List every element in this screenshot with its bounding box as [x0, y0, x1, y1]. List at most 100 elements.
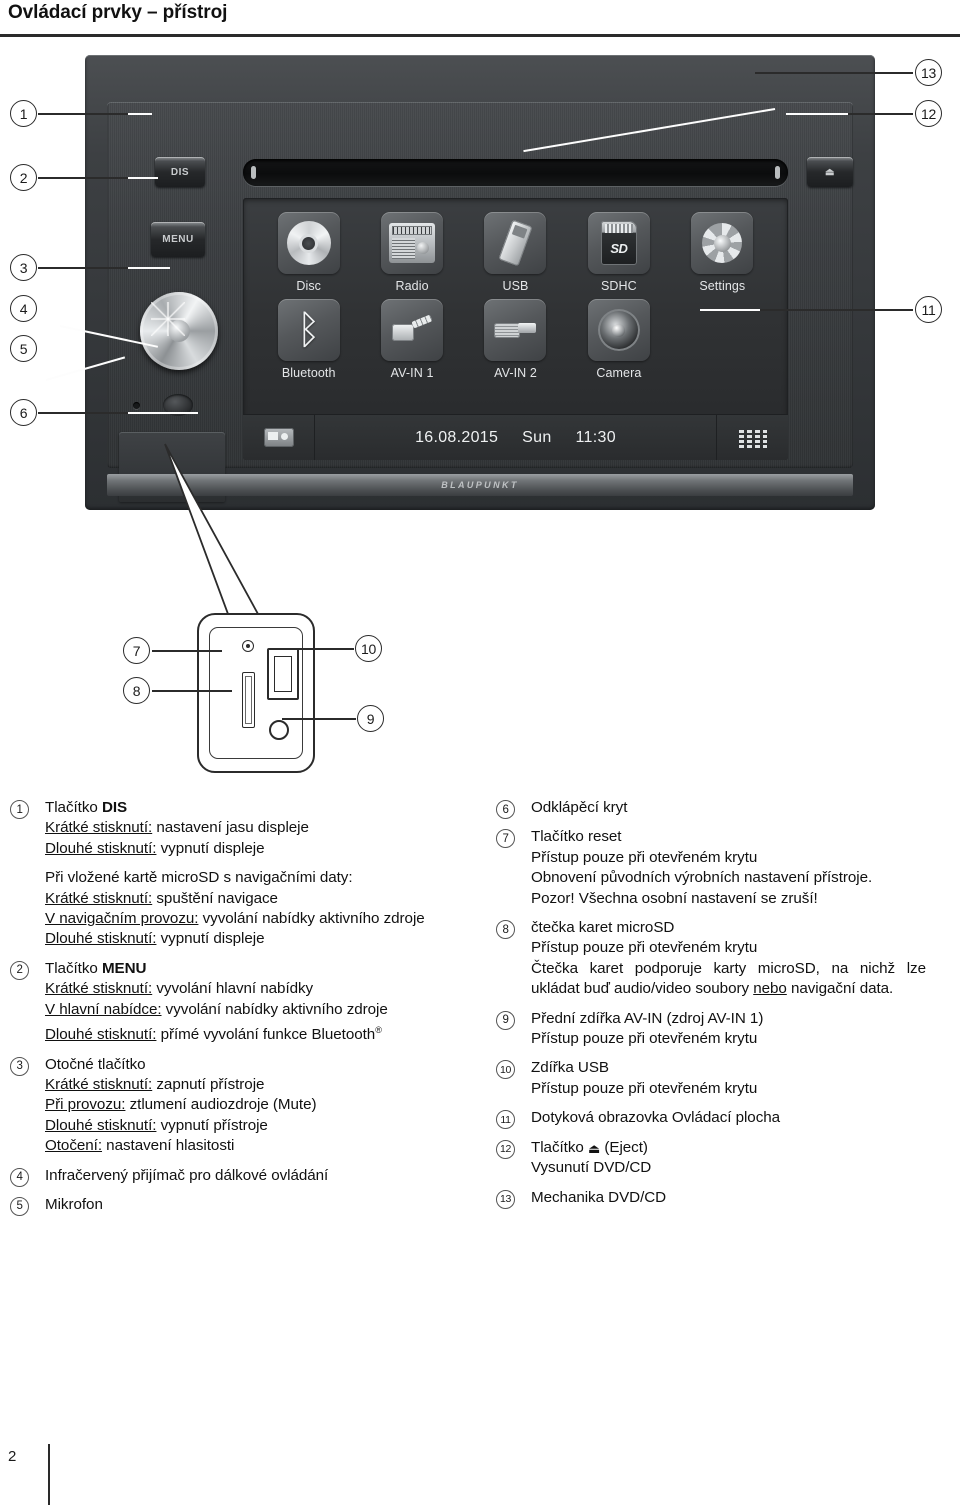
legend-line: Přístup pouze při otevřeném krytu — [531, 1079, 758, 1097]
emphasis-underline: Dlouhé stisknutí: — [45, 930, 157, 948]
header-divider — [0, 34, 960, 37]
legend-line: Pozor! Všechna osobní nastavení se zruší… — [531, 889, 818, 907]
leader-line-11-white — [700, 309, 760, 311]
callout-4: 4 — [10, 295, 37, 322]
cover-detail-drawing — [197, 613, 315, 773]
legend-entry-12: 12 Tlačítko ⏏ (Eject) Vysunutí DVD/CD — [496, 1138, 926, 1179]
legend-line: Otočné tlačítko — [45, 1055, 146, 1073]
legend-line: Dotyková obrazovka Ovládací plocha — [531, 1109, 781, 1127]
leader-line-12-white — [786, 113, 848, 115]
legend-number: 4 — [10, 1167, 29, 1187]
legend-entry-3: 3 Otočné tlačítko Krátké stisknutí: zapnut… — [10, 1055, 440, 1157]
emphasis-underline: Dlouhé stisknutí: — [45, 839, 157, 857]
legend-number: 10 — [496, 1060, 515, 1080]
microsd-slot — [242, 672, 255, 728]
legend-line: Otočení: nastavení hlasitosti — [45, 1137, 235, 1155]
legend-entry-2: 2 Tlačítko MENU Krátké stisknutí: vyvolání… — [10, 959, 440, 1046]
legend-line: Vysunutí DVD/CD — [531, 1159, 652, 1177]
emphasis-underline: Krátké stisknutí: — [45, 980, 153, 998]
page-number: 2 — [8, 1448, 17, 1465]
callout-1: 1 — [10, 100, 37, 127]
leader-line-10 — [272, 648, 354, 650]
callout-11: 11 — [915, 296, 942, 323]
legend-entry-5: 5 Mikrofon — [10, 1195, 440, 1216]
page-title: Ovládací prvky – přístroj — [8, 2, 228, 23]
legend-number: 13 — [496, 1189, 515, 1209]
legend-number: 8 — [496, 920, 515, 940]
legend-column-right: 6 Odklápěcí kryt 7 Tlačítko reset Přístup po… — [496, 798, 926, 1217]
legend-line: Tlačítko reset — [531, 828, 622, 846]
legend-line: V navigačním provozu: vyvolání nabídky a… — [45, 910, 425, 928]
legend-entry-10: 10 Zdířka USB Přístup pouze při otevřeném … — [496, 1058, 926, 1099]
emphasis-underline: V hlavní nabídce: — [45, 1000, 162, 1018]
legend-line: Přístup pouze při otevřeném krytu — [531, 1030, 758, 1048]
emphasis-bold: MENU — [101, 959, 147, 977]
leader-line-3-white — [128, 267, 170, 269]
eject-icon: ⏏ — [587, 1140, 601, 1156]
legend-number: 6 — [496, 800, 515, 819]
callout-2: 2 — [10, 164, 37, 191]
callout-6: 6 — [10, 399, 37, 426]
legend-line: Tlačítko DIS — [45, 799, 128, 816]
legend-line: V hlavní nabídce: vyvolání nabídky aktiv… — [45, 1000, 388, 1018]
callout-8: 8 — [123, 677, 150, 704]
leader-line-13 — [755, 72, 913, 74]
emphasis-underline: Krátké stisknutí: — [45, 889, 153, 907]
legend-entry-8: 8 čtečka karet microSD Přístup pouze při o… — [496, 918, 926, 1000]
footer-divider — [48, 1444, 50, 1505]
legend-line: Tlačítko MENU — [45, 959, 147, 977]
callout-7: 7 — [123, 637, 150, 664]
callout-9: 9 — [357, 705, 384, 732]
legend-entry-9: 9 Přední zdířka AV-IN (zdroj AV-IN 1) Přís… — [496, 1009, 926, 1050]
legend-line: Krátké stisknutí: nastavení jasu displej… — [45, 819, 309, 837]
av-in-jack — [269, 720, 289, 740]
legend-line: Dlouhé stisknutí: přímé vyvolání funkce … — [45, 1025, 382, 1044]
emphasis-underline: V navigačním provozu: — [45, 910, 199, 928]
leader-line-8 — [152, 690, 232, 692]
usb-port — [267, 648, 299, 700]
legend-line: Přední zdířka AV-IN (zdroj AV-IN 1) — [531, 1009, 764, 1027]
emphasis-underline: Krátké stisknutí: — [45, 819, 153, 837]
legend-entry-13: 13 Mechanika DVD/CD — [496, 1188, 926, 1209]
emphasis-underline: Při provozu: — [45, 1096, 126, 1114]
legend-line: Čtečka karet podporuje karty microSD, na… — [531, 959, 926, 998]
leader-line-2-white — [128, 177, 158, 179]
legend-line: Dlouhé stisknutí: vypnutí přístroje — [45, 1116, 268, 1134]
leader-line-2 — [38, 177, 134, 179]
page-header: Ovládací prvky – přístroj — [0, 0, 960, 42]
callout-13: 13 — [915, 59, 942, 86]
legend-column-left: 1 Tlačítko DIS Krátké stisknutí: nastavení… — [10, 798, 440, 1224]
callout-10: 10 — [355, 635, 382, 662]
legend-entry-11: 11 Dotyková obrazovka Ovládací plocha — [496, 1108, 926, 1130]
legend-line: Odklápěcí kryt — [531, 799, 628, 816]
legend-number: 11 — [496, 1110, 515, 1130]
emphasis-underline: Krátké stisknutí: — [45, 1075, 153, 1093]
legend-line: Přístup pouze při otevřeném krytu — [531, 848, 758, 866]
legend-line: Dlouhé stisknutí: vypnutí displeje — [45, 839, 265, 857]
legend-line: Tlačítko ⏏ (Eject) — [531, 1138, 648, 1156]
legend-entry-6: 6 Odklápěcí kryt — [496, 798, 926, 819]
legend-number: 9 — [496, 1010, 515, 1030]
legend-line: Mikrofon — [45, 1195, 103, 1213]
legend-line: Krátké stisknutí: spuštění navigace — [45, 889, 278, 907]
legend-line: Zdířka USB — [531, 1059, 609, 1077]
legend-line: Infračervený přijímač pro dálkové ovládá… — [45, 1166, 329, 1184]
device-figure: DIS MENU ⏏ Disc Radio USB SD SDHC Settin… — [0, 42, 960, 782]
callout-12: 12 — [915, 100, 942, 127]
legend-number: 5 — [10, 1196, 29, 1216]
legend-line: Při vložené kartě microSD s navigačními … — [45, 869, 353, 887]
legend-entry-1: 1 Tlačítko DIS Krátké stisknutí: nastavení… — [10, 798, 440, 950]
detail-inner-frame — [209, 627, 303, 759]
legend-line: Přístup pouze při otevřeném krytu — [531, 939, 758, 957]
legend-line: Mechanika DVD/CD — [531, 1188, 667, 1206]
leader-line-7 — [152, 650, 222, 652]
legend-entry-4: 4 Infračervený přijímač pro dálkové ovlád… — [10, 1166, 440, 1187]
legend-number: 12 — [496, 1139, 515, 1159]
registered-mark: ® — [375, 1025, 382, 1036]
emphasis-bold: DIS — [101, 799, 128, 816]
callout-3: 3 — [10, 254, 37, 281]
legend-line: Při provozu: ztlumení audiozdroje (Mute) — [45, 1096, 317, 1114]
emphasis-underline: nebo — [753, 980, 787, 998]
legend-number: 1 — [10, 800, 29, 819]
